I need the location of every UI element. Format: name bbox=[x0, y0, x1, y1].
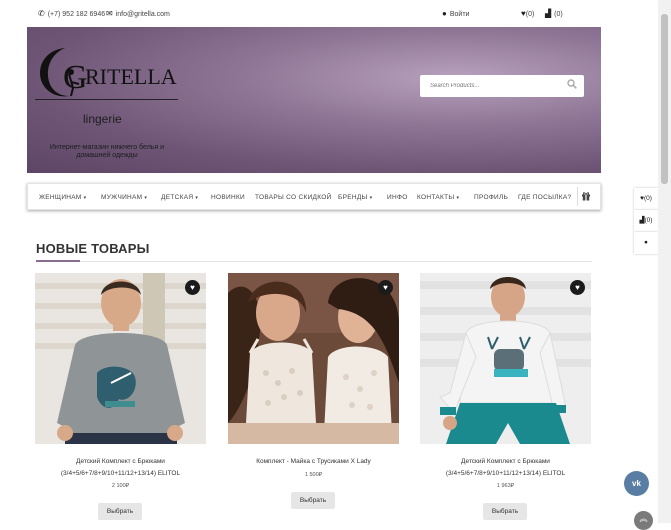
product-name[interactable]: Детский Комплект с Брюками (3/4+5/6+7/8+… bbox=[420, 456, 591, 480]
chevron-down-icon: ▾ bbox=[456, 195, 460, 201]
select-button[interactable]: Выбрать bbox=[483, 503, 527, 520]
nav-label: МУЖЧИНАМ bbox=[101, 194, 143, 201]
product-name[interactable]: Комплект - Майка с Трусиками X Lady bbox=[228, 456, 399, 468]
phone-number: (+7) 952 182 6946 bbox=[47, 11, 106, 18]
logo-initial: G bbox=[63, 59, 88, 96]
nav-label: ПРОФИЛЬ bbox=[474, 194, 509, 201]
nav-label: БРЕНДЫ bbox=[338, 194, 368, 201]
site-tagline: Интернет-магазин нижнего белья и домашне… bbox=[49, 144, 165, 159]
login-label: Войти bbox=[449, 11, 470, 18]
search-input[interactable] bbox=[420, 75, 560, 97]
header-banner: G RITELLA lingerie Интернет-магазин нижн… bbox=[27, 27, 601, 173]
chevron-down-icon: ▾ bbox=[144, 195, 148, 201]
envelope-icon: ✉ bbox=[106, 9, 113, 18]
nav-item-profile[interactable]: ПРОФИЛЬ bbox=[474, 194, 508, 201]
nav-item-sale[interactable]: ТОВАРЫ СО СКИДКОЙ bbox=[255, 194, 332, 201]
product-name-line1: Детский Комплект с Брюками bbox=[76, 458, 165, 465]
logo-graphic: G RITELLA bbox=[40, 48, 177, 97]
wishlist-link[interactable]: ♥(0) bbox=[521, 9, 534, 18]
email-contact[interactable]: ✉ info@gritella.com bbox=[106, 9, 170, 18]
select-button[interactable]: Выбрать bbox=[98, 503, 142, 520]
nav-item-new[interactable]: НОВИНКИ bbox=[211, 194, 245, 201]
nav-label: ДЕТСКАЯ bbox=[161, 194, 194, 201]
nav-item-men[interactable]: МУЖЧИНАМ ▾ bbox=[101, 194, 147, 201]
nav-label: ГДЕ ПОСЫЛКА? bbox=[518, 194, 572, 201]
product-image[interactable]: ♥ bbox=[420, 273, 591, 444]
email-address: info@gritella.com bbox=[115, 11, 170, 18]
wishlist-heart-icon[interactable]: ♥ bbox=[378, 280, 393, 295]
product-image[interactable]: ♥ bbox=[35, 273, 206, 444]
product-price: 2 100₽ bbox=[111, 483, 130, 489]
cart-count: (0) bbox=[554, 11, 563, 18]
logo-divider bbox=[35, 99, 178, 100]
user-icon: ● bbox=[442, 9, 447, 18]
product-name-line1: Комплект - Майка с Трусиками X Lady bbox=[256, 458, 371, 465]
nav-label: НОВИНКИ bbox=[211, 194, 246, 201]
bag-icon: ▟ bbox=[545, 9, 552, 18]
wishlist-count: (0) bbox=[525, 11, 535, 18]
floating-cart-button[interactable]: ▟(0) bbox=[634, 210, 658, 232]
search-box bbox=[420, 75, 584, 97]
chevron-down-icon: ▾ bbox=[195, 195, 199, 201]
nav-item-women[interactable]: ЖЕНЩИНАМ ▾ bbox=[39, 194, 86, 201]
nav-item-brands[interactable]: БРЕНДЫ ▾ bbox=[338, 194, 372, 201]
floating-cart-count: (0) bbox=[644, 217, 653, 224]
page-scrollbar[interactable] bbox=[658, 0, 671, 523]
search-icon[interactable] bbox=[567, 79, 577, 89]
product-price: 1 500₽ bbox=[304, 472, 323, 478]
product-name-line1: Детский Комплект с Брюками bbox=[461, 458, 550, 465]
nav-label: КОНТАКТЫ bbox=[417, 194, 455, 201]
floating-account-button[interactable]: ● bbox=[634, 232, 658, 254]
floating-wishlist-button[interactable]: ♥(0) bbox=[634, 188, 658, 210]
nav-divider bbox=[577, 187, 578, 206]
product-name-line2: (3/4+5/6+7/8+9/10+11/12+13/14) ELITOL bbox=[445, 470, 566, 477]
nav-item-kids[interactable]: ДЕТСКАЯ ▾ bbox=[161, 194, 198, 201]
main-nav: ЖЕНЩИНАМ ▾ МУЖЧИНАМ ▾ ДЕТСКАЯ ▾ НОВИНКИ ТОВ… bbox=[27, 183, 601, 210]
cart-link[interactable]: ▟ (0) bbox=[545, 9, 563, 18]
select-button[interactable]: Выбрать bbox=[291, 492, 335, 509]
top-bar: ✆ (+7) 952 182 6946 ✉ info@gritella.com ● В… bbox=[0, 0, 658, 27]
vk-social-button[interactable]: vk bbox=[624, 471, 649, 496]
floating-wishlist-count: (0) bbox=[643, 195, 652, 202]
nav-item-tracking[interactable]: ГДЕ ПОСЫЛКА? bbox=[518, 194, 571, 201]
vk-icon: vk bbox=[632, 479, 641, 488]
product-price: 1 963₽ bbox=[496, 483, 515, 489]
nav-item-info[interactable]: ИНФО bbox=[387, 194, 408, 201]
section-divider bbox=[36, 261, 592, 262]
chevron-down-icon: ▾ bbox=[369, 195, 373, 201]
scrollbar-thumb[interactable] bbox=[661, 14, 668, 184]
chevron-down-icon: ▾ bbox=[83, 195, 87, 201]
user-icon: ● bbox=[644, 239, 648, 246]
product-name-line2: (3/4+5/6+7/8+9/10+11/12+13/14) ELITOL bbox=[60, 470, 181, 477]
section-title: НОВЫЕ ТОВАРЫ bbox=[36, 241, 150, 256]
product-photo-boy-white-pajama bbox=[420, 273, 591, 444]
phone-contact[interactable]: ✆ (+7) 952 182 6946 bbox=[38, 9, 105, 18]
logo-subtitle: lingerie bbox=[83, 112, 122, 126]
nav-label: ИНФО bbox=[387, 194, 408, 201]
nav-item-contacts[interactable]: КОНТАКТЫ ▾ bbox=[417, 194, 459, 201]
section-accent-line bbox=[36, 260, 80, 262]
nav-label: ТОВАРЫ СО СКИДКОЙ bbox=[255, 194, 332, 201]
chevron-up-icon: ︽ bbox=[639, 514, 648, 523]
product-image[interactable]: ♥ bbox=[228, 273, 399, 444]
product-name[interactable]: Детский Комплект с Брюками (3/4+5/6+7/8+… bbox=[35, 456, 206, 480]
product-photo-lace-camisole bbox=[228, 273, 399, 444]
wishlist-heart-icon[interactable]: ♥ bbox=[570, 280, 585, 295]
gift-icon[interactable] bbox=[581, 191, 591, 201]
site-logo[interactable]: G RITELLA bbox=[35, 44, 181, 102]
scroll-to-top-button[interactable]: ︽ bbox=[634, 511, 653, 530]
nav-label: ЖЕНЩИНАМ bbox=[39, 194, 82, 201]
wishlist-heart-icon[interactable]: ♥ bbox=[185, 280, 200, 295]
login-link[interactable]: ● Войти bbox=[442, 9, 469, 18]
logo-text: RITELLA bbox=[85, 64, 177, 89]
product-photo-boy-grey-pajama bbox=[35, 273, 206, 444]
phone-icon: ✆ bbox=[38, 9, 45, 18]
